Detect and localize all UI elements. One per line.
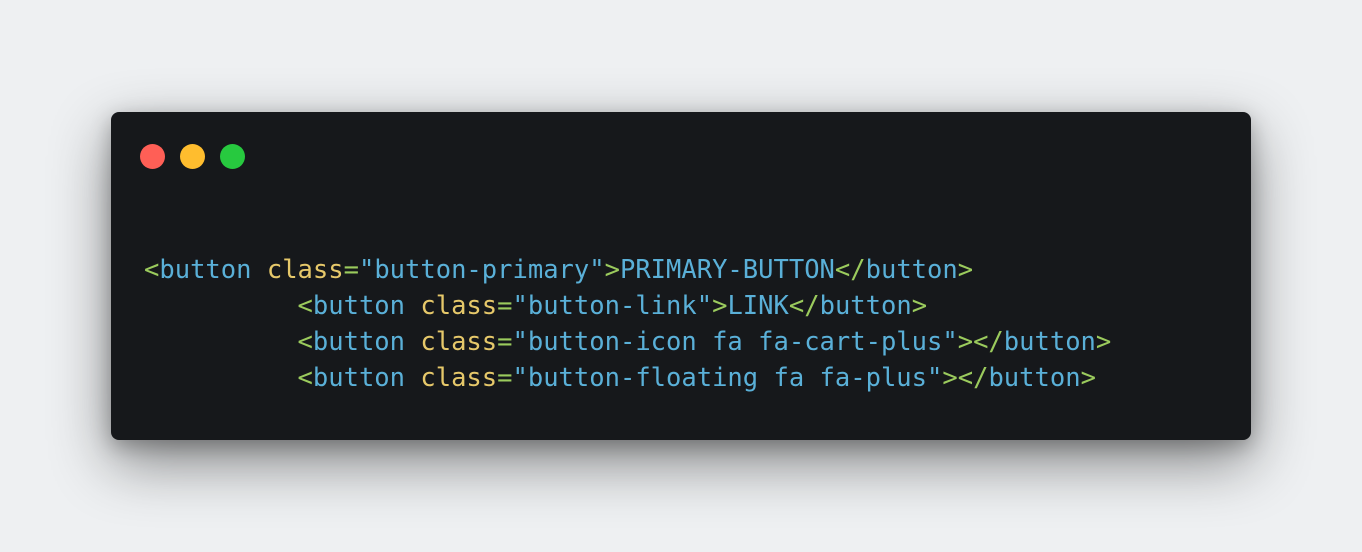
element-text: PRIMARY-BUTTON <box>619 255 835 285</box>
closing-tag-name: button <box>865 255 958 285</box>
tag-name: button <box>159 255 252 285</box>
window-controls <box>140 144 245 169</box>
maximize-dot-icon[interactable] <box>220 144 245 169</box>
tag-name: button <box>312 291 406 321</box>
tag-name: button <box>312 327 406 357</box>
closing-tag-name: button <box>819 291 912 321</box>
code-line-2: <button class="button-link">LINK</button… <box>297 291 928 321</box>
code-window: <button class="button-primary">PRIMARY-B… <box>111 112 1251 440</box>
code-block: <button class="button-primary">PRIMARY-B… <box>144 252 1111 396</box>
attribute-name: class <box>266 255 344 285</box>
code-line-1: <button class="button-primary">PRIMARY-B… <box>144 255 974 285</box>
attribute-name: class <box>420 291 498 321</box>
attribute-value: "button-icon fa fa-cart-plus" <box>512 327 958 357</box>
code-line-4: <button class="button-floating fa fa-plu… <box>297 363 1096 393</box>
attribute-name: class <box>420 327 498 357</box>
attribute-value: "button-floating fa fa-plus" <box>512 363 943 393</box>
closing-tag-name: button <box>988 363 1081 393</box>
minimize-dot-icon[interactable] <box>180 144 205 169</box>
tag-name: button <box>312 363 406 393</box>
element-text: LINK <box>727 291 789 321</box>
closing-tag-name: button <box>1003 327 1096 357</box>
attribute-name: class <box>420 363 498 393</box>
close-dot-icon[interactable] <box>140 144 165 169</box>
attribute-value: "button-primary" <box>358 255 605 285</box>
attribute-value: "button-link" <box>512 291 713 321</box>
code-line-3: <button class="button-icon fa fa-cart-pl… <box>297 327 1112 357</box>
